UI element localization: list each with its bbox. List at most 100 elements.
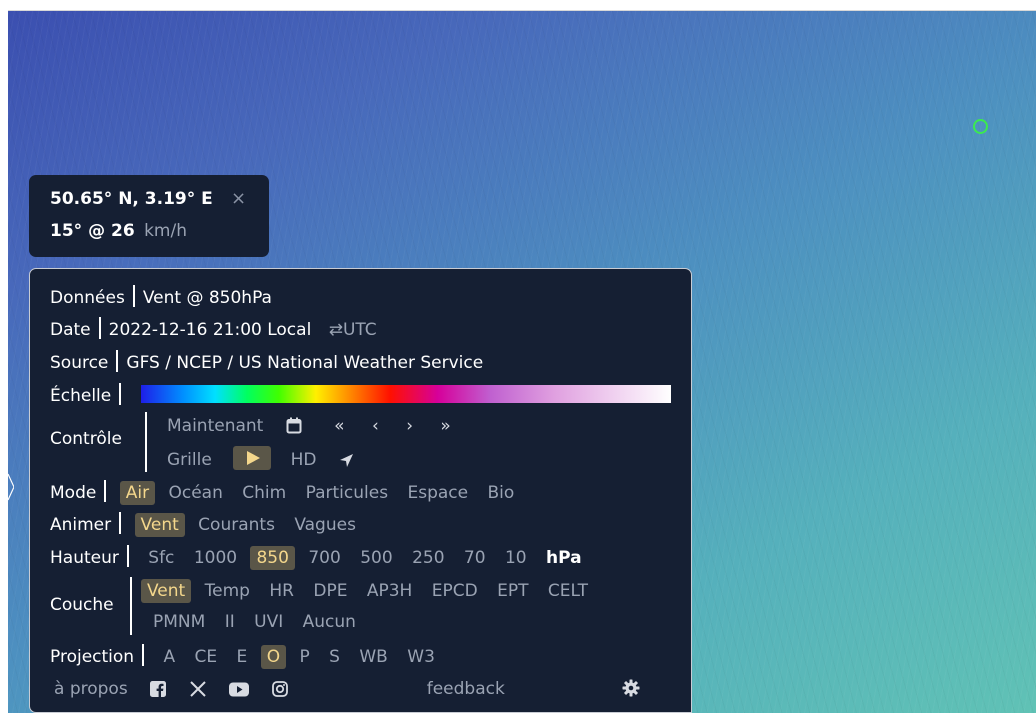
mode-space[interactable]: Espace [401, 481, 474, 505]
height-850[interactable]: 850 [250, 546, 295, 570]
settings-gear-icon[interactable] [622, 679, 640, 697]
height-700[interactable]: 700 [302, 546, 346, 570]
height-row: Hauteur Sfc 1000 850 700 500 250 70 10 h… [50, 545, 590, 570]
youtube-icon[interactable] [228, 682, 249, 697]
control-row-1: Maintenant « ‹ › » [161, 414, 462, 438]
edge-tab-icon [7, 473, 14, 501]
overlay-rh[interactable]: HR [263, 579, 300, 603]
separator [126, 545, 129, 567]
separator [119, 512, 122, 534]
date-label: Date [50, 320, 91, 340]
spotlight-close-icon[interactable]: × [231, 188, 246, 209]
calendar-icon[interactable] [286, 417, 302, 434]
animate-waves[interactable]: Vagues [288, 513, 362, 537]
now-button[interactable]: Maintenant [161, 414, 269, 438]
overlay-celt[interactable]: CELT [542, 579, 594, 603]
mode-air[interactable]: Air [119, 481, 156, 505]
height-500[interactable]: 500 [354, 546, 398, 570]
scale-label: Échelle [50, 386, 112, 406]
overlay-epcd[interactable]: EPCD [426, 579, 484, 603]
mode-ocean[interactable]: Océan [162, 481, 228, 505]
utc-toggle[interactable]: ⇄UTC [329, 320, 377, 340]
x-twitter-icon[interactable] [189, 681, 206, 697]
mode-row: Mode Air Océan Chim Particules Espace Bi… [50, 480, 522, 505]
animate-currents[interactable]: Courants [192, 513, 281, 537]
scale-row: Échelle [50, 383, 129, 406]
about-link[interactable]: à propos [54, 677, 134, 701]
overlay-wind[interactable]: Vent [141, 579, 192, 603]
overlay-dpe[interactable]: DPE [307, 579, 353, 603]
animate-wind[interactable]: Vent [134, 513, 185, 537]
play-icon[interactable] [233, 446, 272, 470]
height-1000[interactable]: 1000 [188, 546, 243, 570]
skip-back-button[interactable]: « [334, 416, 344, 436]
hd-button[interactable]: HD [285, 448, 323, 472]
separator [98, 317, 101, 339]
spotlight-value-line: 15° @ 26 km/h [50, 221, 187, 241]
overlay-pmnm[interactable]: PMNM [147, 610, 211, 634]
projection-e[interactable]: E [231, 645, 254, 669]
instagram-icon[interactable] [272, 681, 289, 697]
height-250[interactable]: 250 [406, 546, 450, 570]
overlay-ii[interactable]: II [219, 610, 241, 634]
overlay-uvi[interactable]: UVI [248, 610, 289, 634]
skip-forward-button[interactable]: » [440, 416, 450, 436]
control-row-2: Grille HD [161, 446, 363, 472]
projection-o[interactable]: O [260, 645, 287, 669]
separator [142, 644, 145, 666]
control-label: Contrôle [50, 429, 122, 449]
height-sfc[interactable]: Sfc [142, 546, 180, 570]
projection-s[interactable]: S [323, 645, 346, 669]
separator [132, 285, 135, 307]
overlay-label: Couche [50, 595, 114, 615]
menu-panel: Données Vent @ 850hPa Date 2022-12-16 21:0… [29, 268, 692, 713]
location-marker [973, 119, 988, 134]
spotlight-panel: 50.65° N, 3.19° E × 15° @ 26 km/h [29, 175, 269, 257]
projection-p[interactable]: P [294, 645, 316, 669]
mode-bio[interactable]: Bio [482, 481, 521, 505]
animate-row: Animer Vent Courants Vagues [50, 512, 364, 537]
overlay-ap3h[interactable]: AP3H [361, 579, 418, 603]
step-back-button[interactable]: ‹ [372, 416, 379, 436]
step-forward-button[interactable]: › [406, 416, 413, 436]
mode-chem[interactable]: Chim [236, 481, 292, 505]
color-scale-bar[interactable] [141, 385, 671, 403]
mode-label: Mode [50, 483, 97, 503]
facebook-icon[interactable] [150, 681, 167, 697]
date-value[interactable]: 2022-12-16 21:00 Local [109, 320, 312, 340]
data-label: Données [50, 288, 125, 308]
separator [130, 577, 132, 635]
footer-row: à propos feedback [54, 677, 649, 701]
projection-ce[interactable]: CE [189, 645, 224, 669]
feedback-link[interactable]: feedback [421, 677, 511, 701]
data-value: Vent @ 850hPa [142, 288, 272, 308]
grid-button[interactable]: Grille [161, 448, 218, 472]
source-row: Source GFS / NCEP / US National Weather S… [50, 350, 483, 373]
spotlight-value: 15° @ 26 [50, 221, 135, 241]
source-label: Source [50, 353, 109, 373]
overlay-none[interactable]: Aucun [297, 610, 362, 634]
separator [119, 383, 122, 405]
projection-a[interactable]: A [157, 645, 181, 669]
spotlight-unit[interactable]: km/h [144, 221, 187, 241]
data-row: Données Vent @ 850hPa [50, 285, 272, 308]
spotlight-coordinates: 50.65° N, 3.19° E [50, 189, 213, 209]
projection-w3[interactable]: W3 [401, 645, 441, 669]
location-arrow-icon[interactable] [339, 453, 354, 468]
overlay-temp[interactable]: Temp [199, 579, 256, 603]
source-value[interactable]: GFS / NCEP / US National Weather Service [126, 353, 483, 373]
projection-row: Projection A CE E O P S WB W3 [50, 644, 443, 669]
overlay-ept[interactable]: EPT [491, 579, 534, 603]
separator [104, 480, 107, 502]
height-70[interactable]: 70 [458, 546, 492, 570]
height-10[interactable]: 10 [499, 546, 533, 570]
animate-label: Animer [50, 515, 112, 535]
height-label: Hauteur [50, 548, 119, 568]
projection-label: Projection [50, 647, 135, 667]
mode-particles[interactable]: Particules [300, 481, 394, 505]
overlay-row-1: Vent Temp HR DPE AP3H EPCD EPT CELT [141, 579, 596, 603]
height-unit[interactable]: hPa [540, 546, 588, 570]
separator [145, 412, 147, 472]
date-row: Date 2022-12-16 21:00 Local ⇄UTC [50, 317, 377, 340]
projection-wb[interactable]: WB [353, 645, 393, 669]
